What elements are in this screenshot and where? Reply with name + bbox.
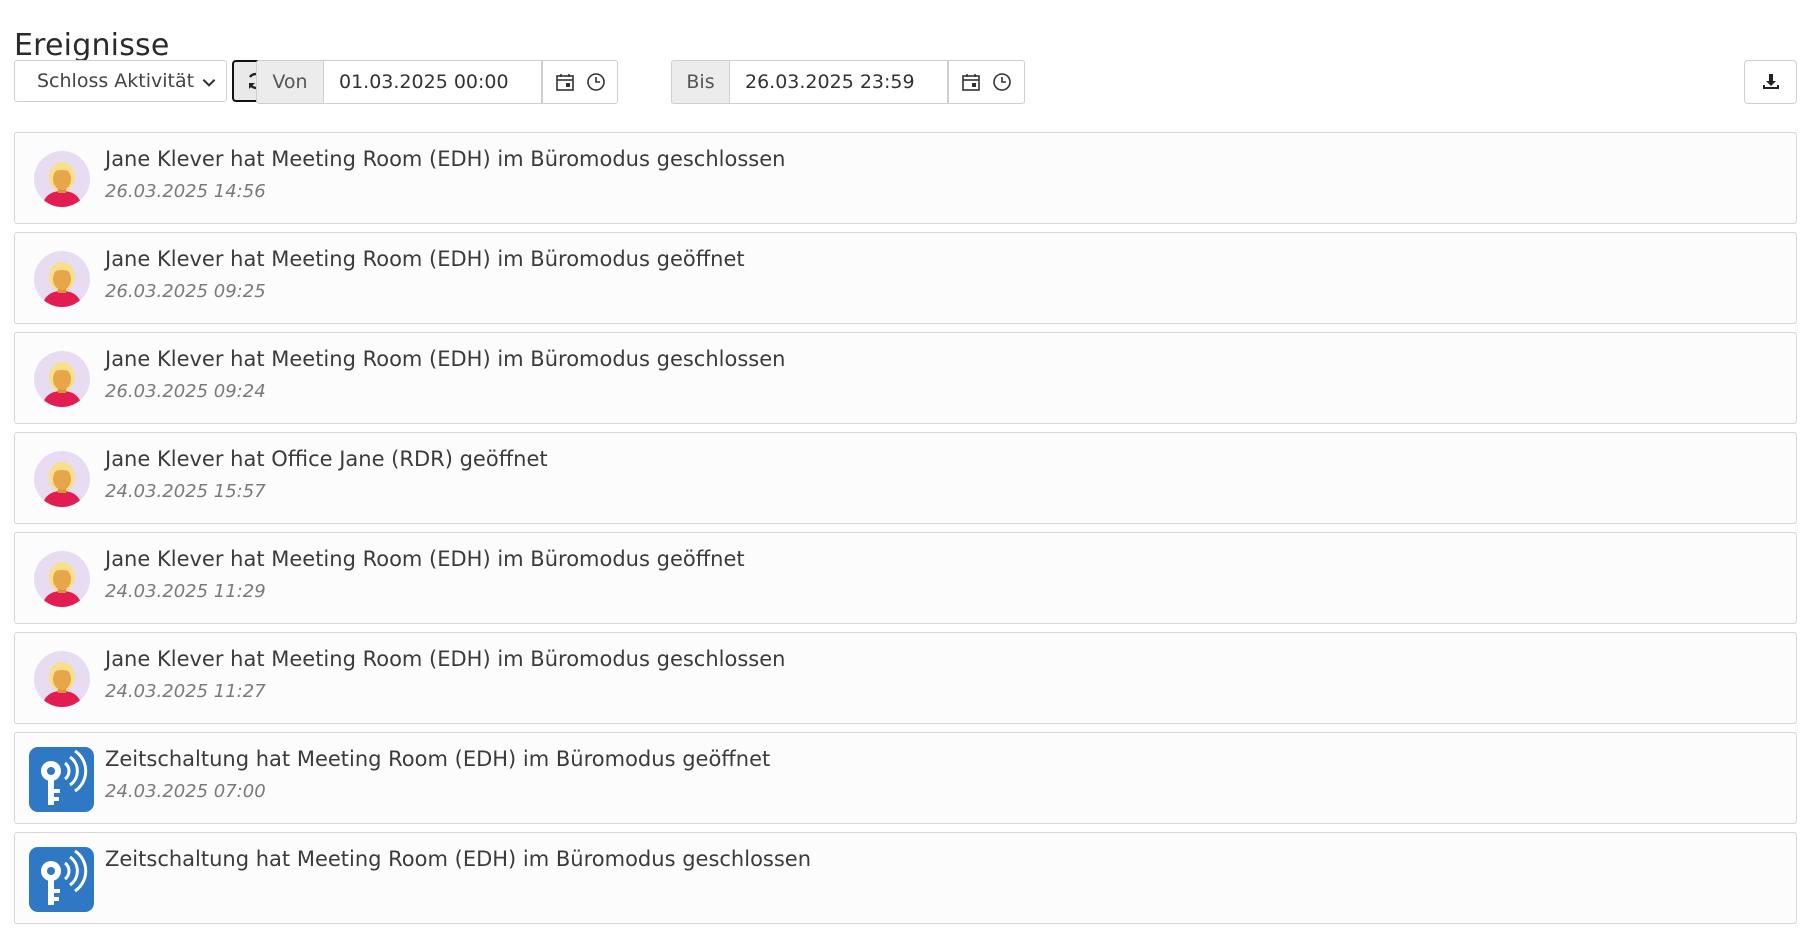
event-description: Jane Klever hat Meeting Room (EDH) im Bü… [105,347,786,371]
female-user-avatar [34,251,90,307]
event-description: Jane Klever hat Meeting Room (EDH) im Bü… [105,247,745,271]
female-user-avatar [34,351,90,407]
key-wireless-icon [29,747,94,812]
to-label: Bis [671,60,730,104]
from-date-group: Von 01.03.2025 00:00 [256,60,618,104]
download-button[interactable] [1744,60,1797,104]
female-user-avatar [34,651,90,707]
event-timestamp: 24.03.2025 15:57 [105,481,266,502]
event-type-select[interactable]: Schloss Aktivität [14,60,227,102]
event-item[interactable]: Jane Klever hat Office Jane (RDR) geöffn… [14,432,1797,524]
download-icon [1762,74,1779,89]
clock-icon[interactable] [585,71,607,93]
event-item[interactable]: Jane Klever hat Meeting Room (EDH) im Bü… [14,132,1797,224]
chevron-down-icon [202,79,216,87]
event-item[interactable]: Jane Klever hat Meeting Room (EDH) im Bü… [14,632,1797,724]
to-date-group: Bis 26.03.2025 23:59 [671,60,1025,104]
event-description: Jane Klever hat Meeting Room (EDH) im Bü… [105,647,786,671]
event-timestamp: 24.03.2025 11:27 [105,681,266,702]
event-description: Jane Klever hat Office Jane (RDR) geöffn… [105,447,548,471]
calendar-icon[interactable] [554,71,576,93]
event-item[interactable]: Jane Klever hat Meeting Room (EDH) im Bü… [14,332,1797,424]
event-type-select-value: Schloss Aktivität [37,70,195,92]
event-timestamp: 26.03.2025 09:25 [105,281,266,302]
event-item[interactable]: Zeitschaltung hat Meeting Room (EDH) im … [14,732,1797,824]
female-user-avatar [34,451,90,507]
event-timestamp: 26.03.2025 09:24 [105,381,266,402]
event-timestamp: 24.03.2025 11:29 [105,581,266,602]
from-label: Von [256,60,324,104]
event-description: Jane Klever hat Meeting Room (EDH) im Bü… [105,147,786,171]
event-description: Zeitschaltung hat Meeting Room (EDH) im … [105,747,771,771]
event-description: Zeitschaltung hat Meeting Room (EDH) im … [105,847,812,871]
event-list: Jane Klever hat Meeting Room (EDH) im Bü… [14,132,1797,932]
to-date-input[interactable]: 26.03.2025 23:59 [730,60,948,104]
event-item[interactable]: Jane Klever hat Meeting Room (EDH) im Bü… [14,532,1797,624]
event-description: Jane Klever hat Meeting Room (EDH) im Bü… [105,547,745,571]
event-item[interactable]: Zeitschaltung hat Meeting Room (EDH) im … [14,832,1797,924]
toolbar: Schloss Aktivität Von 01.03.2025 00:00 B… [14,60,1797,104]
female-user-avatar [34,151,90,207]
page-title: Ereignisse [14,28,170,64]
event-timestamp: 24.03.2025 07:00 [105,781,266,802]
female-user-avatar [34,551,90,607]
event-timestamp: 26.03.2025 14:56 [105,181,266,202]
from-date-input[interactable]: 01.03.2025 00:00 [324,60,542,104]
clock-icon[interactable] [991,71,1013,93]
event-item[interactable]: Jane Klever hat Meeting Room (EDH) im Bü… [14,232,1797,324]
calendar-icon[interactable] [960,71,982,93]
